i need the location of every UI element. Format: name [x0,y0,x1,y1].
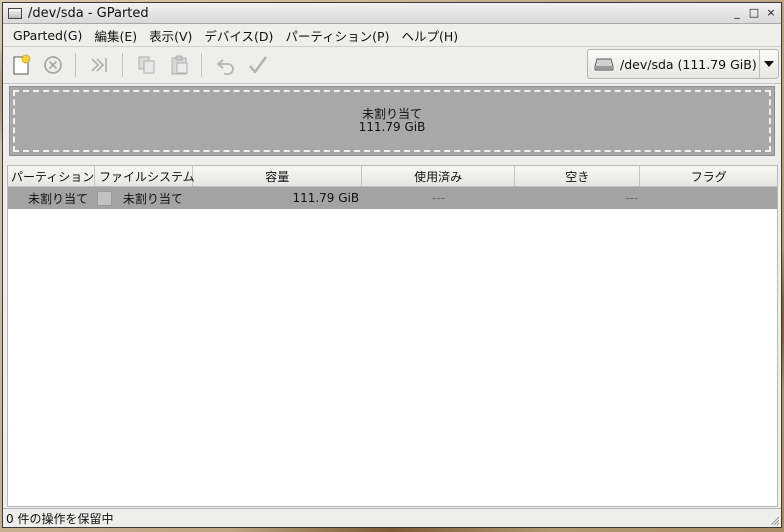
device-selector[interactable]: /dev/sda (111.79 GiB) [587,49,779,79]
undo-button[interactable] [212,51,240,79]
copy-button[interactable] [133,51,161,79]
column-header-partition[interactable]: パーティション [8,166,95,186]
device-label: /dev/sda (111.79 GiB) [620,56,757,72]
apply-icon [249,56,268,74]
menu-bar: GParted(G) 編集(E) 表示(V) デバイス(D) パーティション(P… [3,24,781,46]
delete-icon [44,56,62,74]
delete-button[interactable] [39,51,67,79]
apply-button[interactable] [244,51,272,79]
menu-gparted[interactable]: GParted(G) [7,28,88,43]
column-header-free[interactable]: 空き [515,166,641,186]
table-row[interactable]: 未割り当て 未割り当て 111.79 GiB --- --- [8,187,777,209]
filesystem-color-swatch [96,190,112,206]
column-header-filesystem[interactable]: ファイルシステム [95,166,195,186]
paste-button[interactable] [165,51,193,79]
new-partition-button[interactable] [7,51,35,79]
table-header: パーティション ファイルシステム 容量 使用済み 空き フラグ [8,166,777,187]
status-bar: 0 件の操作を保留中 [3,508,781,527]
resize-move-button[interactable] [86,51,114,79]
copy-icon [138,56,155,74]
toolbar-separator [122,53,123,77]
segment-size: 111.79 GiB [358,120,426,134]
resize-move-icon [91,58,107,72]
disk-map: 未割り当て 111.79 GiB [9,86,775,156]
toolbar-separator [201,53,202,77]
cell-partition: 未割り当て [28,191,89,206]
menu-edit[interactable]: 編集(E) [88,26,143,45]
column-header-used[interactable]: 使用済み [362,166,515,186]
menu-partition[interactable]: パーティション(P) [279,26,395,45]
dropdown-arrow-icon[interactable] [759,50,778,78]
menu-help[interactable]: ヘルプ(H) [395,26,464,45]
status-text: 0 件の操作を保留中 [6,511,114,526]
close-button[interactable]: × [764,6,778,20]
toolbar: /dev/sda (111.79 GiB) [3,46,781,84]
new-partition-icon [13,54,31,75]
app-icon [8,7,22,19]
unallocated-segment[interactable]: 未割り当て 111.79 GiB [13,90,771,152]
cell-free: --- [625,191,639,205]
cell-size: 111.79 GiB [292,191,360,205]
partition-table: パーティション ファイルシステム 容量 使用済み 空き フラグ 未割り当て 未割… [7,165,778,507]
cell-used: --- [431,191,445,205]
cell-filesystem-label: 未割り当て [122,191,183,206]
paste-icon [171,55,188,75]
minimize-button[interactable]: _ [730,6,744,20]
resize-grip-icon[interactable] [768,514,780,526]
maximize-button[interactable]: □ [747,6,761,20]
menu-device[interactable]: デバイス(D) [198,26,279,45]
toolbar-separator [75,53,76,77]
gparted-window: /dev/sda - GParted _ □ × GParted(G) 編集(E… [2,2,782,528]
hard-drive-icon [594,58,614,71]
title-bar[interactable]: /dev/sda - GParted _ □ × [3,3,781,24]
cell-filesystem: 未割り当て [95,190,193,207]
column-header-flags[interactable]: フラグ [640,166,777,186]
window-title: /dev/sda - GParted [28,5,149,21]
column-header-size[interactable]: 容量 [193,166,363,186]
undo-icon [216,59,234,75]
menu-view[interactable]: 表示(V) [143,26,198,45]
